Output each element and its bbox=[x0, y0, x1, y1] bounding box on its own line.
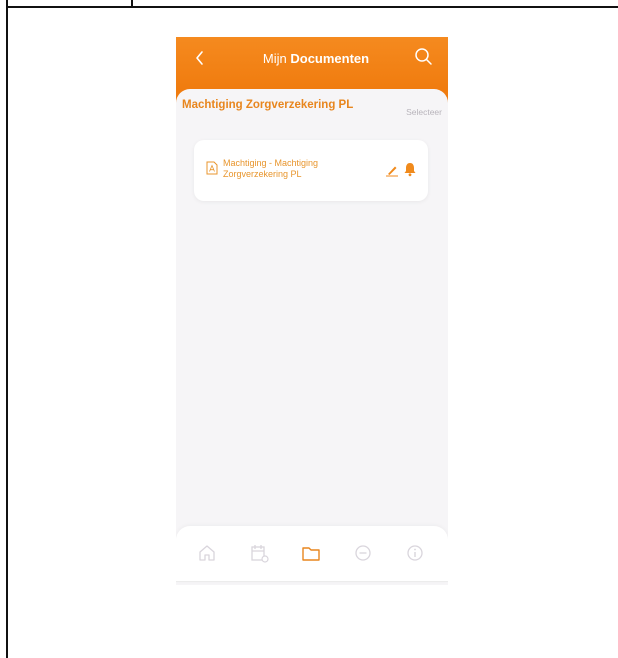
nav-info[interactable] bbox=[404, 542, 426, 564]
bottom-navigation bbox=[176, 526, 448, 582]
home-indicator-line bbox=[176, 581, 448, 582]
top-bar: Mijn Documenten bbox=[176, 37, 448, 89]
frame-left-border bbox=[6, 0, 8, 658]
content-sheet: Machtiging Zorgverzekering PL Selecteer … bbox=[176, 89, 448, 585]
select-button[interactable]: Selecteer bbox=[406, 107, 442, 117]
frame-top-border bbox=[6, 0, 618, 8]
pdf-icon bbox=[206, 161, 218, 175]
signature-icon[interactable] bbox=[385, 163, 399, 177]
nav-home[interactable] bbox=[196, 542, 218, 564]
back-button[interactable] bbox=[190, 46, 210, 70]
nav-calendar[interactable] bbox=[248, 542, 270, 564]
page-title: Mijn Documenten bbox=[236, 51, 396, 67]
search-icon bbox=[415, 48, 432, 65]
document-name: Machtiging - Machtiging Zorgverzekering … bbox=[223, 158, 319, 179]
chat-icon bbox=[355, 545, 371, 561]
bell-icon[interactable] bbox=[402, 161, 418, 177]
calendar-icon bbox=[251, 545, 269, 563]
home-icon bbox=[199, 545, 215, 561]
document-card[interactable]: Machtiging - Machtiging Zorgverzekering … bbox=[194, 140, 428, 201]
title-prefix: Mijn bbox=[262, 51, 287, 66]
frame-divider bbox=[131, 0, 133, 8]
info-icon bbox=[407, 545, 423, 561]
nav-messages[interactable] bbox=[352, 542, 374, 564]
search-button[interactable] bbox=[412, 45, 436, 69]
phone-screen: Mijn Documenten Machtiging Zorgverzekeri… bbox=[176, 37, 448, 585]
nav-documents[interactable] bbox=[300, 542, 322, 564]
chevron-left-icon bbox=[196, 51, 203, 65]
folder-title: Machtiging Zorgverzekering PL bbox=[182, 99, 354, 111]
page: Mijn Documenten Machtiging Zorgverzekeri… bbox=[0, 0, 618, 658]
title-bold: Documenten bbox=[290, 51, 370, 66]
folder-icon bbox=[302, 547, 320, 561]
